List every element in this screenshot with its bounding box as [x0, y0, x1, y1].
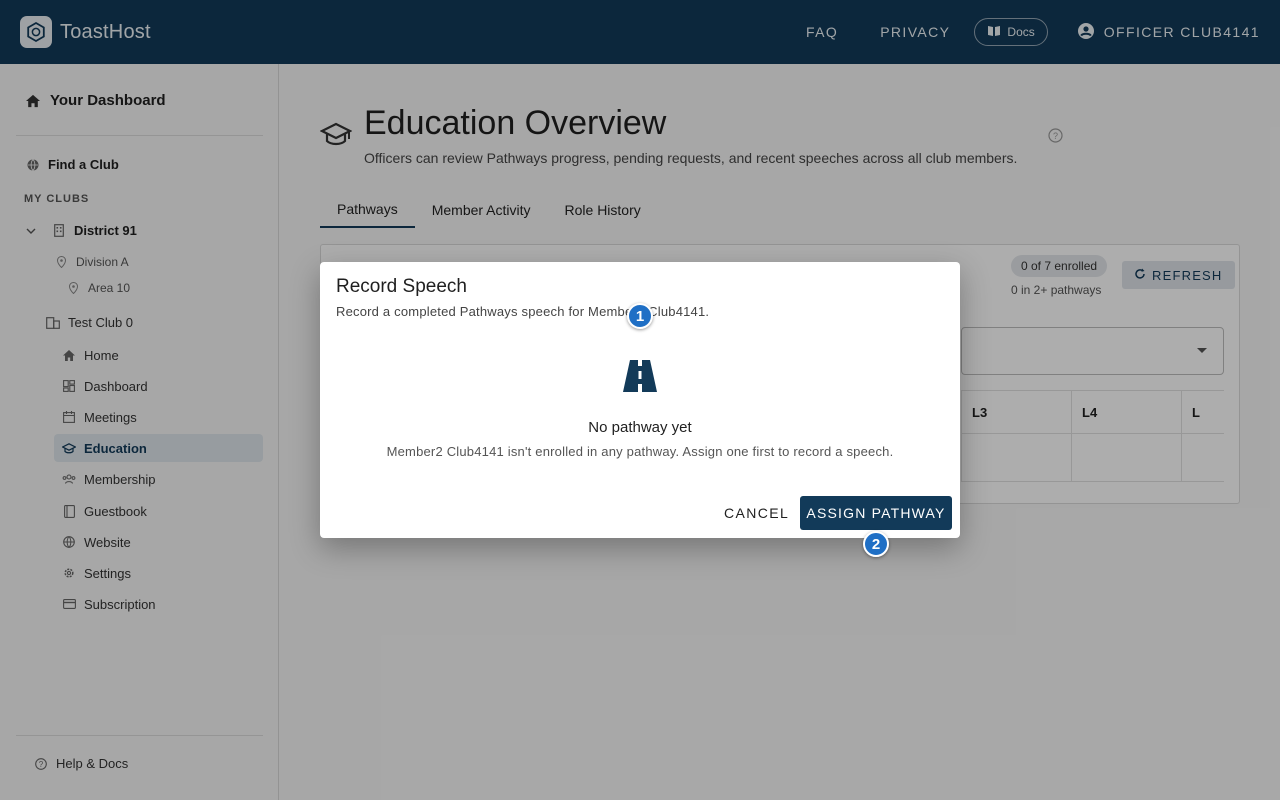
- cancel-button[interactable]: CANCEL: [715, 496, 798, 530]
- dialog-subtitle: Record a completed Pathways speech for M…: [336, 304, 710, 319]
- road-icon: [622, 360, 658, 397]
- empty-state-message: Member2 Club4141 isn't enrolled in any p…: [386, 444, 894, 459]
- dialog-title: Record Speech: [336, 276, 467, 297]
- empty-state-title: No pathway yet: [588, 419, 692, 436]
- annotation-marker-1: 1: [627, 303, 653, 329]
- assign-pathway-button[interactable]: ASSIGN PATHWAY: [800, 496, 952, 530]
- annotation-marker-2: 2: [863, 531, 889, 557]
